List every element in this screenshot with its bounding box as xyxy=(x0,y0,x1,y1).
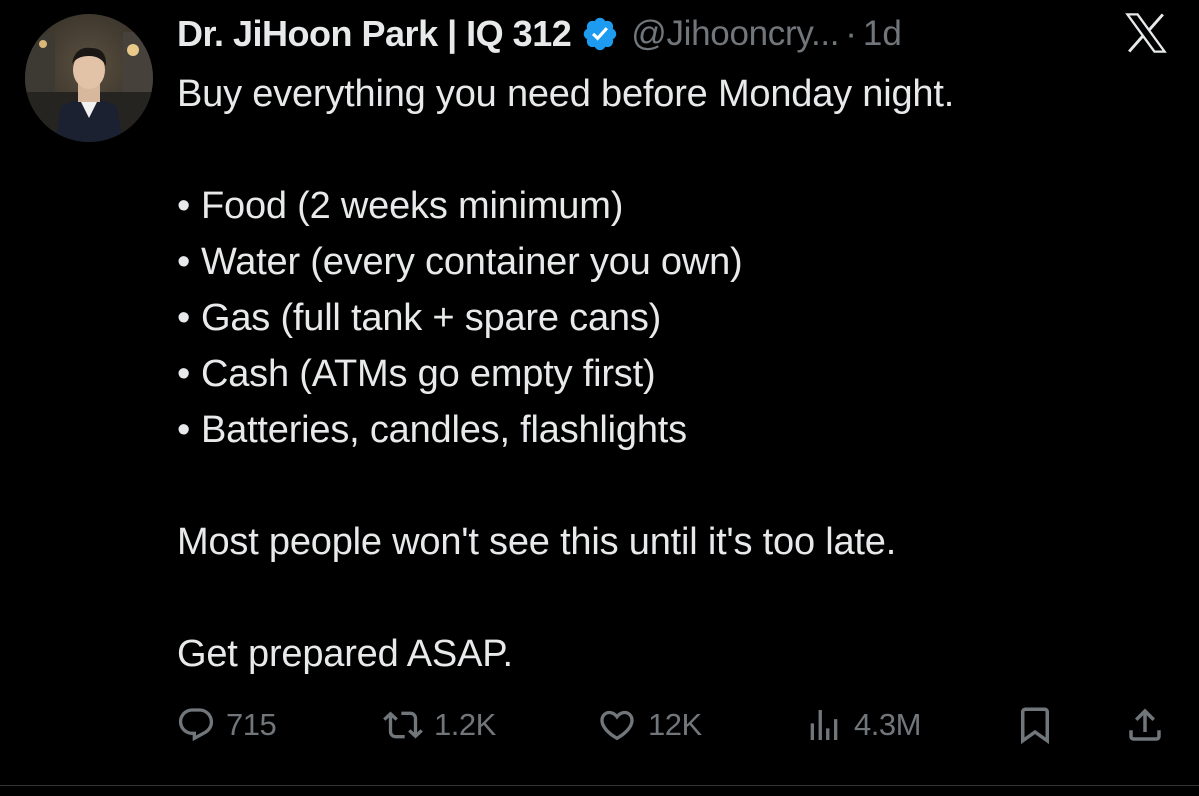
repost-count: 1.2K xyxy=(434,707,496,742)
verified-badge-icon xyxy=(581,15,619,53)
bullet-mark: • xyxy=(177,241,191,283)
header-separator: · xyxy=(845,14,857,53)
share-icon xyxy=(1124,704,1166,746)
bookmark-icon xyxy=(1014,704,1056,746)
bullet-text: Gas (full tank + spare cans) xyxy=(201,297,662,339)
bullet-item: • Batteries, candles, flashlights xyxy=(177,402,1167,458)
tweet-body: Buy everything you need before Monday ni… xyxy=(177,66,1167,682)
tweet-closing: Get prepared ASAP. xyxy=(177,633,513,675)
bullet-item: • Water (every container you own) xyxy=(177,234,1167,290)
action-bar: 715 1.2K 12K 4.3M xyxy=(176,700,1176,750)
bullet-text: Cash (ATMs go empty first) xyxy=(201,353,656,395)
repost-button[interactable]: 1.2K xyxy=(382,700,496,750)
tweet-intro: Buy everything you need before Monday ni… xyxy=(177,73,955,115)
bullet-item: • Food (2 weeks minimum) xyxy=(177,178,1167,234)
tweet: Dr. JiHoon Park | IQ 312 @Jihooncry... ·… xyxy=(0,0,1199,796)
share-button[interactable] xyxy=(1124,700,1166,750)
bullet-text: Food (2 weeks minimum) xyxy=(201,185,624,227)
tweet-warning: Most people won't see this until it's to… xyxy=(177,521,897,563)
bullet-mark: • xyxy=(177,297,191,339)
bookmark-button[interactable] xyxy=(1014,700,1056,750)
reply-button[interactable]: 715 xyxy=(176,700,277,750)
avatar-photo xyxy=(25,14,153,142)
bullet-text: Batteries, candles, flashlights xyxy=(201,409,687,451)
bullet-mark: • xyxy=(177,409,191,451)
views-button[interactable]: 4.3M xyxy=(804,700,921,750)
bullet-mark: • xyxy=(177,185,191,227)
reply-count: 715 xyxy=(226,707,277,742)
repost-icon xyxy=(382,705,424,745)
author-handle[interactable]: @Jihooncry... xyxy=(631,14,839,54)
x-logo-icon xyxy=(1122,10,1170,56)
bullet-item: • Gas (full tank + spare cans) xyxy=(177,290,1167,346)
bullet-text: Water (every container you own) xyxy=(201,241,743,283)
views-icon xyxy=(804,705,844,745)
author-display-name[interactable]: Dr. JiHoon Park | IQ 312 xyxy=(177,13,572,55)
like-button[interactable]: 12K xyxy=(596,700,702,750)
avatar[interactable] xyxy=(25,14,153,142)
views-count: 4.3M xyxy=(854,707,921,742)
tweet-header: Dr. JiHoon Park | IQ 312 @Jihooncry... ·… xyxy=(177,12,902,56)
bullet-mark: • xyxy=(177,353,191,395)
bullet-item: • Cash (ATMs go empty first) xyxy=(177,346,1167,402)
heart-icon xyxy=(596,705,638,745)
reply-icon xyxy=(176,705,216,745)
like-count: 12K xyxy=(648,707,702,742)
tweet-timestamp[interactable]: 1d xyxy=(863,14,902,54)
divider xyxy=(0,785,1199,786)
